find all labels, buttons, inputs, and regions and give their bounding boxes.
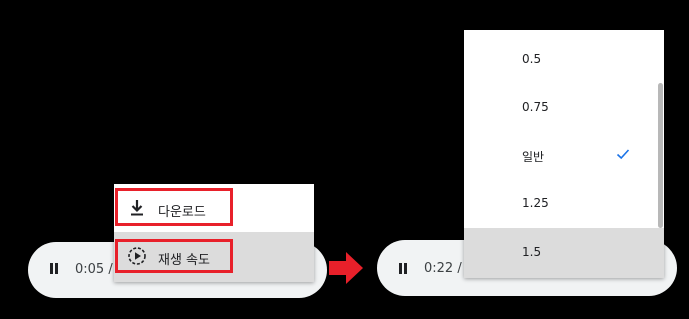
- speed-option-label: 0.75: [522, 100, 549, 114]
- speed-option-label: 1.25: [522, 196, 549, 210]
- speed-option[interactable]: 0.75: [464, 83, 658, 131]
- playback-speed-menu: 0.5 0.75 일반 1.25 1.5: [464, 30, 664, 278]
- time-display: 0:05 /: [75, 262, 113, 277]
- stage: 0:05 / 다운로드 재생 속도 0:22 / 0.5 0.75 일반 1.2…: [0, 0, 689, 319]
- speed-option-label: 일반: [522, 150, 545, 164]
- scrollbar[interactable]: [658, 83, 663, 228]
- speed-option-hovered[interactable]: 1.5: [464, 228, 664, 278]
- speed-option[interactable]: 1.25: [464, 179, 658, 227]
- right-arrow-icon: [329, 252, 363, 284]
- highlight-box-playback-speed: [115, 239, 233, 273]
- pause-icon[interactable]: [49, 263, 59, 277]
- speed-option-label: 0.5: [522, 52, 542, 66]
- time-display: 0:22 /: [424, 261, 462, 276]
- speed-option[interactable]: 0.5: [464, 35, 658, 83]
- pause-icon[interactable]: [398, 263, 408, 277]
- speed-option-label: 1.5: [522, 245, 542, 259]
- highlight-box-download: [115, 188, 233, 226]
- speed-option-selected[interactable]: 일반: [464, 131, 658, 179]
- check-icon: [616, 149, 630, 160]
